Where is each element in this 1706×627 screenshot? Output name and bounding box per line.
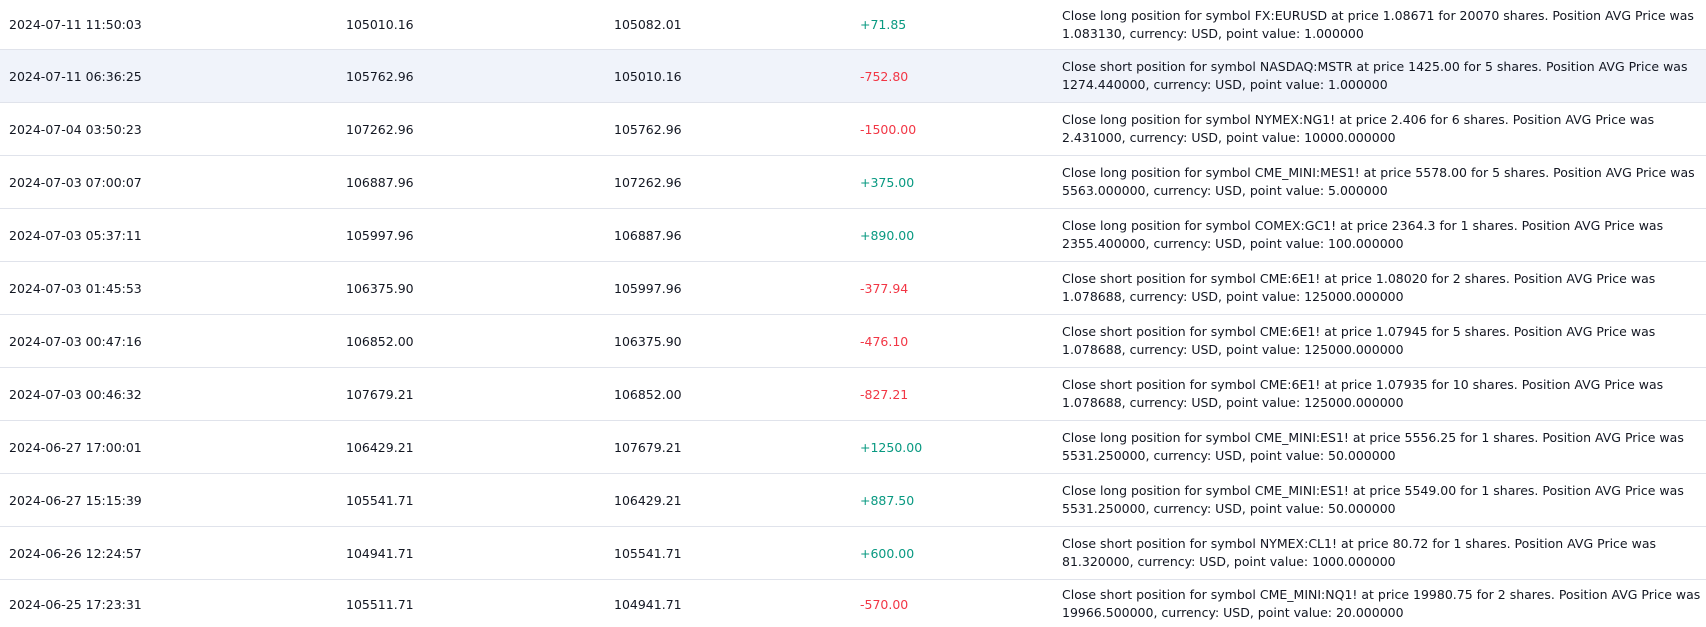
row-time: 2024-06-26 12:24:57 [9, 545, 142, 561]
row-action-description: Close short position for symbol NASDAQ:M… [1062, 59, 1688, 92]
row-action-description: Close long position for symbol CME_MINI:… [1062, 483, 1684, 516]
row-realized-pnl: -827.21 [860, 386, 909, 402]
row-realized-pnl: +890.00 [860, 227, 915, 243]
table-row[interactable]: 2024-07-11 11:50:03 105010.16 105082.01 … [0, 0, 1706, 50]
row-balance-before: 106429.21 [346, 439, 414, 455]
row-time: 2024-07-11 06:36:25 [9, 68, 142, 84]
row-action-description: Close long position for symbol NYMEX:NG1… [1062, 112, 1655, 145]
table-row[interactable]: 2024-06-25 17:23:31 105511.71 104941.71 … [0, 580, 1706, 627]
account-history-table: 2024-07-11 11:50:03 105010.16 105082.01 … [0, 0, 1706, 627]
row-realized-pnl: -377.94 [860, 280, 909, 296]
row-action-description: Close short position for symbol NYMEX:CL… [1062, 536, 1656, 569]
row-balance-before: 105511.71 [346, 596, 414, 612]
table-row[interactable]: 2024-06-27 15:15:39 105541.71 106429.21 … [0, 474, 1706, 527]
row-balance-after: 105082.01 [614, 17, 682, 32]
row-balance-after: 105762.96 [614, 121, 682, 137]
row-realized-pnl: -570.00 [860, 596, 909, 612]
row-action-description: Close long position for symbol CME_MINI:… [1062, 430, 1684, 463]
row-time: 2024-07-11 11:50:03 [9, 17, 142, 32]
row-balance-after: 104941.71 [614, 596, 682, 612]
row-balance-after: 106852.00 [614, 386, 682, 402]
table-row[interactable]: 2024-07-03 01:45:53 106375.90 105997.96 … [0, 262, 1706, 315]
row-action-description: Close short position for symbol CME:6E1!… [1062, 324, 1656, 357]
row-balance-before: 107679.21 [346, 386, 414, 402]
table-row[interactable]: 2024-07-03 05:37:11 105997.96 106887.96 … [0, 209, 1706, 262]
row-realized-pnl: -752.80 [860, 68, 909, 84]
row-time: 2024-07-03 05:37:11 [9, 227, 142, 243]
row-action-description: Close short position for symbol CME:6E1!… [1062, 377, 1664, 410]
row-action-description: Close short position for symbol CME_MINI… [1062, 587, 1701, 620]
row-realized-pnl: +1250.00 [860, 439, 923, 455]
row-realized-pnl: -1500.00 [860, 121, 917, 137]
row-balance-before: 105997.96 [346, 227, 414, 243]
row-action-description: Close long position for symbol COMEX:GC1… [1062, 218, 1664, 251]
row-action-description: Close long position for symbol FX:EURUSD… [1062, 7, 1694, 41]
row-time: 2024-07-04 03:50:23 [9, 121, 142, 137]
table-row[interactable]: 2024-07-04 03:50:23 107262.96 105762.96 … [0, 103, 1706, 156]
row-balance-before: 105541.71 [346, 492, 414, 508]
table-row[interactable]: 2024-06-27 17:00:01 106429.21 107679.21 … [0, 421, 1706, 474]
row-balance-before: 106375.90 [346, 280, 414, 296]
row-balance-before: 106887.96 [346, 174, 414, 190]
row-time: 2024-07-03 01:45:53 [9, 280, 142, 296]
row-time: 2024-07-03 00:46:32 [9, 386, 142, 402]
row-action-description: Close short position for symbol CME:6E1!… [1062, 271, 1656, 304]
row-balance-before: 104941.71 [346, 545, 414, 561]
row-realized-pnl: +887.50 [860, 492, 915, 508]
table-row[interactable]: 2024-07-03 00:46:32 107679.21 106852.00 … [0, 368, 1706, 421]
row-balance-before: 107262.96 [346, 121, 414, 137]
row-balance-before: 105762.96 [346, 68, 414, 84]
row-balance-after: 106429.21 [614, 492, 682, 508]
row-realized-pnl: +600.00 [860, 545, 915, 561]
row-action-description: Close long position for symbol CME_MINI:… [1062, 165, 1695, 198]
row-balance-after: 106887.96 [614, 227, 682, 243]
row-time: 2024-07-03 00:47:16 [9, 333, 142, 349]
row-balance-after: 107679.21 [614, 439, 682, 455]
row-balance-before: 106852.00 [346, 333, 414, 349]
table-row[interactable]: 2024-06-26 12:24:57 104941.71 105541.71 … [0, 527, 1706, 580]
row-realized-pnl: -476.10 [860, 333, 909, 349]
row-balance-after: 105010.16 [614, 68, 682, 84]
table-row[interactable]: 2024-07-11 06:36:25 105762.96 105010.16 … [0, 50, 1706, 103]
row-realized-pnl: +71.85 [860, 17, 907, 32]
row-realized-pnl: +375.00 [860, 174, 915, 190]
row-time: 2024-06-27 17:00:01 [9, 439, 142, 455]
row-balance-after: 105541.71 [614, 545, 682, 561]
row-time: 2024-06-27 15:15:39 [9, 492, 142, 508]
row-balance-after: 106375.90 [614, 333, 682, 349]
row-time: 2024-06-25 17:23:31 [9, 596, 142, 612]
row-balance-after: 107262.96 [614, 174, 682, 190]
table-row[interactable]: 2024-07-03 07:00:07 106887.96 107262.96 … [0, 156, 1706, 209]
row-balance-before: 105010.16 [346, 17, 414, 32]
table-row[interactable]: 2024-07-03 00:47:16 106852.00 106375.90 … [0, 315, 1706, 368]
row-balance-after: 105997.96 [614, 280, 682, 296]
row-time: 2024-07-03 07:00:07 [9, 174, 142, 190]
